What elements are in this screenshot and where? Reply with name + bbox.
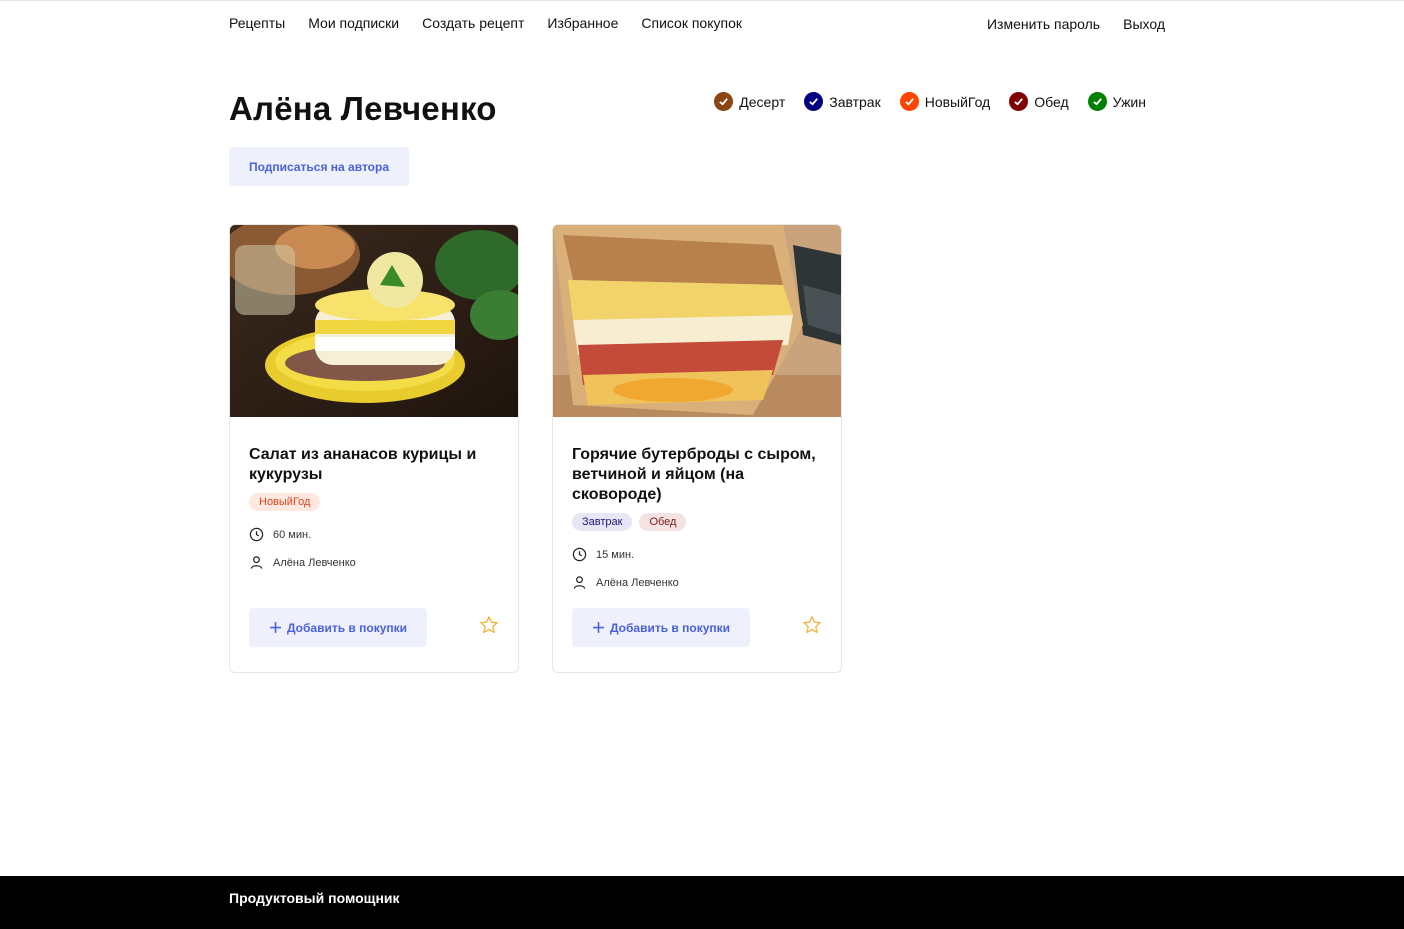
- tag-filter-label: Обед: [1034, 93, 1069, 110]
- add-to-cart-button[interactable]: Добавить в покупки: [572, 608, 750, 647]
- recipe-image[interactable]: [230, 225, 518, 417]
- recipe-author: Алёна Левченко: [572, 575, 822, 590]
- tag-filter-label: Десерт: [739, 93, 786, 110]
- tag-filter-label: Ужин: [1112, 93, 1146, 110]
- nav-change-password[interactable]: Изменить пароль: [987, 15, 1100, 33]
- nav-favorites[interactable]: Избранное: [547, 14, 618, 32]
- plus-icon: [593, 622, 604, 633]
- recipe-time-text: 15 мин.: [596, 548, 635, 561]
- subscribe-button[interactable]: Подписаться на автора: [229, 147, 409, 186]
- recipe-image[interactable]: [553, 225, 841, 417]
- recipe-tags: Завтрак Обед: [572, 513, 822, 531]
- tag-filter-breakfast[interactable]: Завтрак: [804, 92, 881, 111]
- recipe-tag: Завтрак: [572, 513, 633, 531]
- nav-create-recipe[interactable]: Создать рецепт: [422, 14, 524, 32]
- recipe-card: Салат из ананасов курицы и кукурузы Новы…: [229, 224, 519, 673]
- top-divider: [0, 0, 1404, 1]
- clock-icon: [249, 527, 264, 542]
- recipe-tags: НовыйГод: [249, 493, 499, 511]
- nav-subscriptions[interactable]: Мои подписки: [308, 14, 399, 32]
- tag-filters: Десерт Завтрак НовыйГод Обед Ужин: [714, 92, 1146, 111]
- tag-filter-dinner[interactable]: Ужин: [1087, 92, 1146, 111]
- footer: Продуктовый помощник: [0, 876, 1404, 929]
- check-icon: [804, 92, 824, 111]
- recipe-author: Алёна Левченко: [249, 555, 499, 570]
- nav-logout[interactable]: Выход: [1123, 15, 1165, 33]
- add-to-cart-button[interactable]: Добавить в покупки: [249, 608, 427, 647]
- recipe-time-text: 60 мин.: [273, 528, 312, 541]
- tag-filter-lunch[interactable]: Обед: [1009, 92, 1069, 111]
- recipe-time: 60 мин.: [249, 527, 499, 542]
- user-icon: [573, 576, 586, 589]
- recipe-tag: НовыйГод: [249, 493, 321, 511]
- check-icon: [1087, 92, 1107, 111]
- recipe-title[interactable]: Горячие бутерброды с сыром, ветчиной и я…: [572, 445, 822, 505]
- tag-filter-label: НовыйГод: [924, 93, 991, 110]
- add-to-cart-label: Добавить в покупки: [609, 620, 731, 635]
- tag-filter-label: Завтрак: [829, 93, 881, 110]
- clock-icon: [572, 547, 587, 562]
- check-icon: [714, 92, 734, 111]
- plus-icon: [270, 622, 281, 633]
- tag-filter-dessert[interactable]: Десерт: [714, 92, 785, 111]
- main-nav: Рецепты Мои подписки Создать рецепт Избр…: [229, 14, 742, 32]
- user-icon: [250, 556, 263, 569]
- nav-recipes[interactable]: Рецепты: [229, 14, 285, 32]
- tag-filter-newyear[interactable]: НовыйГод: [899, 92, 991, 111]
- nav-shopping-list[interactable]: Список покупок: [641, 14, 742, 32]
- recipe-time: 15 мин.: [572, 547, 822, 562]
- footer-brand: Продуктовый помощник: [229, 890, 400, 906]
- recipe-card: Горячие бутерброды с сыром, ветчиной и я…: [552, 224, 842, 673]
- check-icon: [1009, 92, 1029, 111]
- page-title: Алёна Левченко: [229, 90, 497, 127]
- recipe-tag: Обед: [639, 513, 687, 531]
- star-icon[interactable]: [479, 615, 499, 635]
- account-nav: Изменить пароль Выход: [987, 15, 1165, 33]
- recipe-title[interactable]: Салат из ананасов курицы и кукурузы: [249, 445, 499, 485]
- recipe-author-text[interactable]: Алёна Левченко: [273, 557, 356, 569]
- star-icon[interactable]: [802, 615, 822, 635]
- add-to-cart-label: Добавить в покупки: [286, 620, 408, 635]
- recipe-author-text[interactable]: Алёна Левченко: [596, 577, 679, 589]
- check-icon: [899, 92, 919, 111]
